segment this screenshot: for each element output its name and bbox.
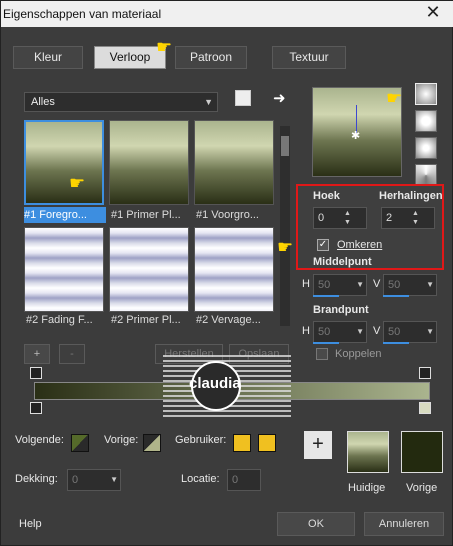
color-stop-marker[interactable] xyxy=(30,367,42,379)
gradient-thumb[interactable] xyxy=(24,120,104,205)
repeats-label: Herhalingen xyxy=(379,190,443,202)
tab-kleur[interactable]: Kleur xyxy=(13,46,83,69)
link-label: Koppelen xyxy=(335,348,382,360)
pointer-hand-icon: ☛ xyxy=(69,173,86,193)
pointer-hand-icon: ☛ xyxy=(386,88,403,108)
opacity-label: Dekking: xyxy=(15,473,58,485)
tab-textuur[interactable]: Textuur xyxy=(272,46,346,69)
center-v-input[interactable]: 50 ▼ xyxy=(383,274,437,296)
spin-arrows-icon[interactable]: ▲ ▼ xyxy=(344,209,354,227)
add-stop-button[interactable]: + xyxy=(24,344,50,364)
angle-value: 0 xyxy=(318,212,325,224)
previous-swatch[interactable] xyxy=(401,431,443,473)
pointer-hand-icon: ☛ xyxy=(156,37,173,57)
focal-v-input[interactable]: 50 ▼ xyxy=(383,321,437,343)
gradient-label[interactable]: #2 Primer Pl... xyxy=(111,312,191,328)
center-handle-icon[interactable]: ✱ xyxy=(351,129,360,142)
angle-label: Hoek xyxy=(313,190,340,202)
center-h-label: H xyxy=(302,278,310,290)
ok-button[interactable]: OK xyxy=(277,512,355,536)
chevron-down-icon[interactable]: ▼ xyxy=(356,322,364,342)
center-h-value: 50 xyxy=(318,279,331,291)
spin-arrows-icon[interactable]: ▲ ▼ xyxy=(412,209,422,227)
gradient-thumb[interactable] xyxy=(109,227,189,312)
category-value: Alles xyxy=(31,96,55,108)
material-properties-dialog: Eigenschappen van materiaal ✕ Kleur Verl… xyxy=(0,0,453,546)
gradient-scrollbar[interactable] xyxy=(280,126,290,326)
opacity-stop-marker[interactable] xyxy=(419,402,431,414)
opacity-value: 0 xyxy=(72,474,79,486)
chevron-down-icon: ▼ xyxy=(204,97,213,107)
invert-label: Omkeren xyxy=(337,239,383,251)
previous-label: Vorige xyxy=(406,482,438,494)
gradient-thumb[interactable] xyxy=(24,227,104,312)
current-swatch[interactable] xyxy=(347,431,389,473)
close-button[interactable]: ✕ xyxy=(418,3,448,23)
location-value: 0 xyxy=(232,474,239,486)
pointer-hand-icon: ☛ xyxy=(277,237,294,257)
repeats-input[interactable]: 2 ▲ ▼ xyxy=(381,207,435,229)
center-v-label: V xyxy=(373,278,381,290)
chevron-down-icon[interactable]: ▼ xyxy=(356,275,364,295)
gradient-thumb[interactable] xyxy=(194,227,274,312)
center-v-slider[interactable] xyxy=(383,295,409,297)
next-label: Volgende: xyxy=(15,434,64,446)
gradient-label[interactable]: #2 Fading F... xyxy=(26,312,106,328)
focal-h-slider[interactable] xyxy=(313,342,339,344)
focal-v-slider[interactable] xyxy=(383,342,409,344)
gradient-thumb[interactable] xyxy=(194,120,274,205)
location-input[interactable]: 0 xyxy=(227,469,261,491)
link-checkbox[interactable] xyxy=(316,348,328,360)
gradient-thumb[interactable] xyxy=(109,120,189,205)
opacity-stop-marker[interactable] xyxy=(30,402,42,414)
invert-checkbox[interactable]: ✓ xyxy=(317,239,329,251)
focal-v-value: 50 xyxy=(388,326,401,338)
radial-shape-button[interactable] xyxy=(415,137,437,159)
help-link[interactable]: Help xyxy=(19,518,42,530)
rectangular-shape-button[interactable] xyxy=(415,110,437,132)
center-label: Middelpunt xyxy=(313,256,372,268)
focal-v-label: V xyxy=(373,325,381,337)
tab-patroon[interactable]: Patroon xyxy=(175,46,247,69)
linear-shape-button[interactable] xyxy=(415,83,437,105)
prev-swatch[interactable] xyxy=(143,434,161,452)
gradient-label[interactable]: #1 Primer Pl... xyxy=(111,207,191,223)
list-view-icon[interactable] xyxy=(235,90,251,106)
focal-label: Brandpunt xyxy=(313,304,369,316)
chevron-down-icon[interactable]: ▼ xyxy=(426,322,434,342)
focal-h-input[interactable]: 50 ▼ xyxy=(313,321,367,343)
remove-stop-button[interactable]: - xyxy=(59,344,85,364)
color-stop-marker[interactable] xyxy=(419,367,431,379)
user-swatch[interactable] xyxy=(233,434,251,452)
current-label: Huidige xyxy=(348,482,386,494)
chevron-down-icon[interactable]: ▼ xyxy=(110,470,118,490)
arrow-right-icon[interactable]: ➜ xyxy=(273,89,286,107)
window-title: Eigenschappen van materiaal xyxy=(3,7,162,21)
watermark-text: claudia xyxy=(189,375,241,392)
chevron-down-icon[interactable]: ▼ xyxy=(426,275,434,295)
next-swatch[interactable] xyxy=(71,434,89,452)
opacity-input[interactable]: 0 ▼ xyxy=(67,469,121,491)
sunburst-shape-button[interactable] xyxy=(415,164,437,186)
focal-h-value: 50 xyxy=(318,326,331,338)
gradient-label[interactable]: #1 Foregro... xyxy=(24,207,106,223)
add-color-button[interactable]: + xyxy=(304,431,332,459)
gradient-label[interactable]: #2 Vervage... xyxy=(196,312,276,328)
title-bar: Eigenschappen van materiaal ✕ xyxy=(1,1,453,27)
user-swatch[interactable] xyxy=(258,434,276,452)
gradient-label[interactable]: #1 Voorgro... xyxy=(196,207,276,223)
center-v-value: 50 xyxy=(388,279,401,291)
focal-h-label: H xyxy=(302,325,310,337)
repeats-value: 2 xyxy=(386,212,393,224)
center-h-slider[interactable] xyxy=(313,295,339,297)
center-h-input[interactable]: 50 ▼ xyxy=(313,274,367,296)
user-label: Gebruiker: xyxy=(175,434,227,446)
category-dropdown[interactable]: Alles ▼ xyxy=(24,92,218,112)
location-label: Locatie: xyxy=(181,473,220,485)
angle-input[interactable]: 0 ▲ ▼ xyxy=(313,207,367,229)
cancel-button[interactable]: Annuleren xyxy=(364,512,444,536)
prev-label: Vorige: xyxy=(104,434,139,446)
